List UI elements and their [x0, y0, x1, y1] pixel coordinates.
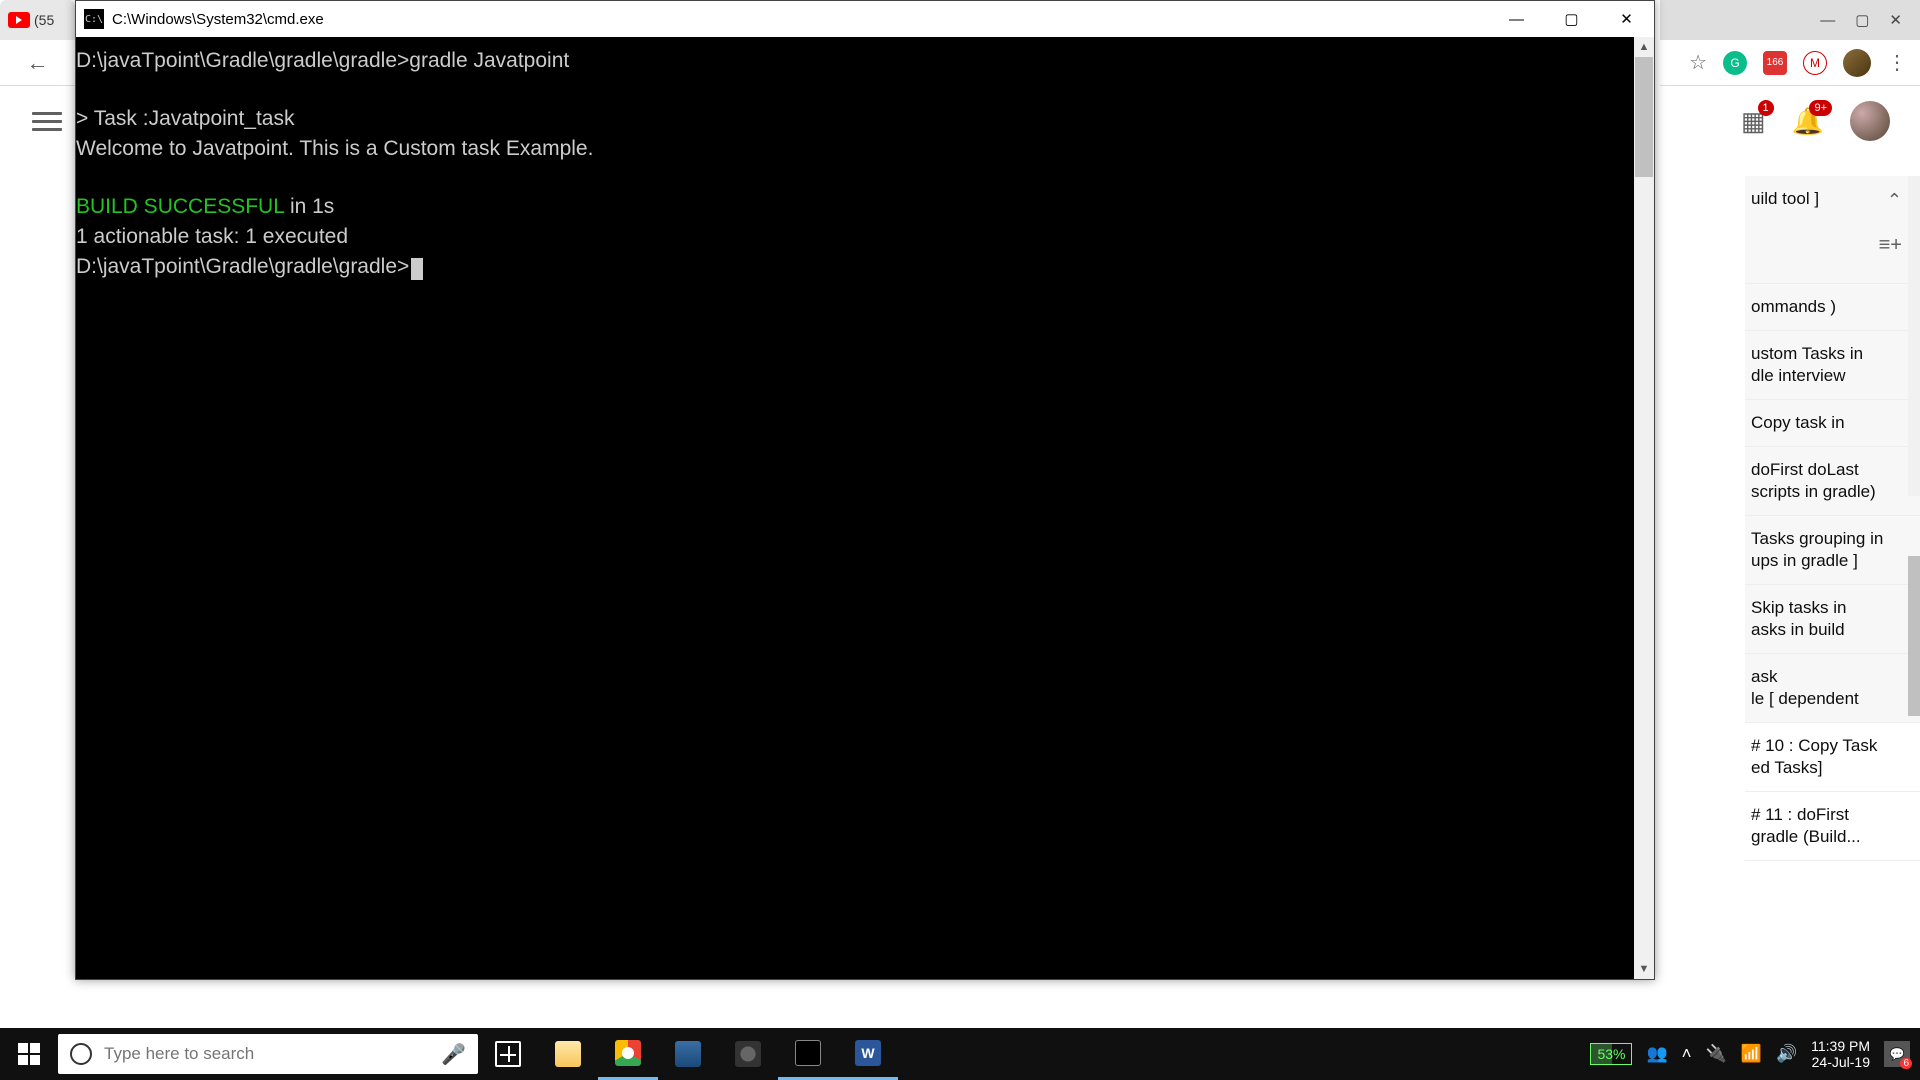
- youtube-header-right: ▦1 🔔9+: [1660, 86, 1920, 156]
- chrome-window-controls: — ▢ ✕: [1660, 0, 1920, 40]
- cmd-maximize-button[interactable]: ▢: [1544, 1, 1599, 37]
- playlist-item[interactable]: Tasks grouping in ups in gradle ]: [1751, 528, 1910, 572]
- taskbar-clock[interactable]: 11:39 PM 24-Jul-19: [1811, 1038, 1870, 1070]
- cmd-window: C:\ C:\Windows\System32\cmd.exe — ▢ ✕ D:…: [75, 0, 1655, 980]
- mic-icon[interactable]: 🎤: [441, 1042, 466, 1067]
- cmd-title: C:\Windows\System32\cmd.exe: [112, 11, 324, 28]
- taskbar-pinned-apps: W: [478, 1028, 898, 1080]
- collapse-icon[interactable]: ⌃: [1887, 190, 1902, 211]
- taskbar: 🎤 W 53% 👥 ˄ 🔌 📶 🔊 11:39 PM 24-Jul-19 💬6: [0, 1028, 1920, 1080]
- bookmark-star-icon[interactable]: ☆: [1689, 50, 1707, 75]
- tray-chevron-icon[interactable]: ˄: [1682, 1044, 1692, 1064]
- chrome-toolbar-right: ☆ G 166 M ⋮: [1660, 40, 1920, 86]
- search-input[interactable]: [104, 1044, 429, 1064]
- cmd-taskbar-button[interactable]: [778, 1028, 838, 1080]
- task-view-button[interactable]: [478, 1028, 538, 1080]
- cmd-line: D:\javaTpoint\Gradle\gradle\gradle>gradl…: [76, 49, 569, 72]
- cmd-line: > Task :Javatpoint_task: [76, 107, 295, 130]
- back-button[interactable]: ←: [27, 50, 49, 76]
- cmd-prompt: D:\javaTpoint\Gradle\gradle\gradle>: [76, 255, 409, 278]
- volume-icon[interactable]: 🔊: [1776, 1044, 1797, 1064]
- battery-indicator[interactable]: 53%: [1590, 1043, 1632, 1065]
- cmd-minimize-button[interactable]: —: [1489, 1, 1544, 37]
- cmd-icon: C:\: [84, 9, 104, 29]
- cmd-line: Welcome to Javatpoint. This is a Custom …: [76, 137, 593, 160]
- youtube-playlist-sidebar[interactable]: ⌃ ≡+ uild tool ] ommands ) ustom Tasks i…: [1745, 176, 1920, 980]
- scroll-thumb[interactable]: [1635, 57, 1653, 177]
- notification-count: 6: [1900, 1058, 1912, 1069]
- cortana-circle-icon: [70, 1043, 92, 1065]
- cmd-output[interactable]: D:\javaTpoint\Gradle\gradle\gradle>gradl…: [76, 37, 1654, 979]
- playlist-item[interactable]: Copy task in: [1751, 412, 1910, 434]
- mcafee-extension-icon[interactable]: M: [1803, 51, 1827, 75]
- word-button[interactable]: W: [838, 1028, 898, 1080]
- grammarly-extension-icon[interactable]: G: [1723, 51, 1747, 75]
- file-explorer-button[interactable]: [538, 1028, 598, 1080]
- chrome-icon: [615, 1040, 641, 1066]
- youtube-notifications-icon[interactable]: 🔔9+: [1792, 106, 1824, 137]
- build-time-text: in 1s: [284, 195, 334, 218]
- chrome-maximize-button[interactable]: ▢: [1855, 11, 1869, 29]
- youtube-apps-icon[interactable]: ▦1: [1741, 106, 1766, 137]
- chrome-button[interactable]: [598, 1028, 658, 1080]
- cmd-line: 1 actionable task: 1 executed: [76, 225, 348, 248]
- task-view-icon: [495, 1041, 521, 1067]
- gear-icon: [735, 1041, 761, 1067]
- youtube-scrollbar[interactable]: [1908, 176, 1920, 496]
- chrome-close-button[interactable]: ✕: [1889, 11, 1902, 29]
- playlist-item[interactable]: Skip tasks in asks in build: [1751, 597, 1910, 641]
- cmd-taskbar-icon: [795, 1040, 821, 1066]
- cmd-close-button[interactable]: ✕: [1599, 1, 1654, 37]
- playlist-item[interactable]: doFirst doLast scripts in gradle): [1751, 459, 1910, 503]
- build-success-text: BUILD SUCCESSFUL: [76, 195, 284, 218]
- settings-button[interactable]: [718, 1028, 778, 1080]
- cmd-cursor: [411, 258, 423, 280]
- playlist-save-icon[interactable]: ≡+: [1879, 234, 1902, 257]
- taskbar-search[interactable]: 🎤: [58, 1034, 478, 1074]
- playlist-item[interactable]: ask le [ dependent: [1751, 666, 1910, 710]
- chrome-minimize-button[interactable]: —: [1820, 12, 1835, 29]
- playlist-item[interactable]: ommands ): [1751, 296, 1910, 318]
- cmd-titlebar[interactable]: C:\ C:\Windows\System32\cmd.exe — ▢ ✕: [76, 1, 1654, 37]
- mysql-button[interactable]: [658, 1028, 718, 1080]
- action-center-button[interactable]: 💬6: [1884, 1041, 1910, 1067]
- mysql-icon: [675, 1041, 701, 1067]
- tab-title: (55: [34, 12, 54, 28]
- power-icon[interactable]: 🔌: [1706, 1044, 1727, 1064]
- folder-icon: [555, 1041, 581, 1067]
- chrome-menu-button[interactable]: ⋮: [1887, 50, 1906, 75]
- system-tray: 53% 👥 ˄ 🔌 📶 🔊 11:39 PM 24-Jul-19 💬6: [1590, 1028, 1920, 1080]
- browser-toolbar: ←: [0, 40, 75, 86]
- clock-time: 11:39 PM: [1811, 1038, 1870, 1054]
- windows-logo-icon: [18, 1043, 40, 1065]
- scroll-down-icon[interactable]: ▼: [1634, 959, 1654, 979]
- youtube-menu-button[interactable]: [32, 106, 62, 136]
- word-icon: W: [855, 1040, 881, 1066]
- browser-tab[interactable]: (55: [0, 0, 75, 40]
- playlist-item[interactable]: # 11 : doFirst gradle (Build...: [1751, 804, 1910, 848]
- people-icon[interactable]: 👥: [1646, 1044, 1667, 1064]
- cmd-scrollbar[interactable]: ▲ ▼: [1634, 37, 1654, 979]
- playlist-item[interactable]: # 10 : Copy Task ed Tasks]: [1751, 735, 1910, 779]
- chrome-profile-avatar[interactable]: [1843, 49, 1871, 77]
- start-button[interactable]: [0, 1028, 58, 1080]
- youtube-icon: [8, 12, 30, 28]
- wifi-icon[interactable]: 📶: [1741, 1044, 1762, 1064]
- clock-date: 24-Jul-19: [1811, 1054, 1870, 1070]
- scroll-up-icon[interactable]: ▲: [1634, 37, 1654, 57]
- playlist-item[interactable]: ustom Tasks in dle interview: [1751, 343, 1910, 387]
- calendar-extension-icon[interactable]: 166: [1763, 51, 1787, 75]
- youtube-avatar[interactable]: [1850, 101, 1890, 141]
